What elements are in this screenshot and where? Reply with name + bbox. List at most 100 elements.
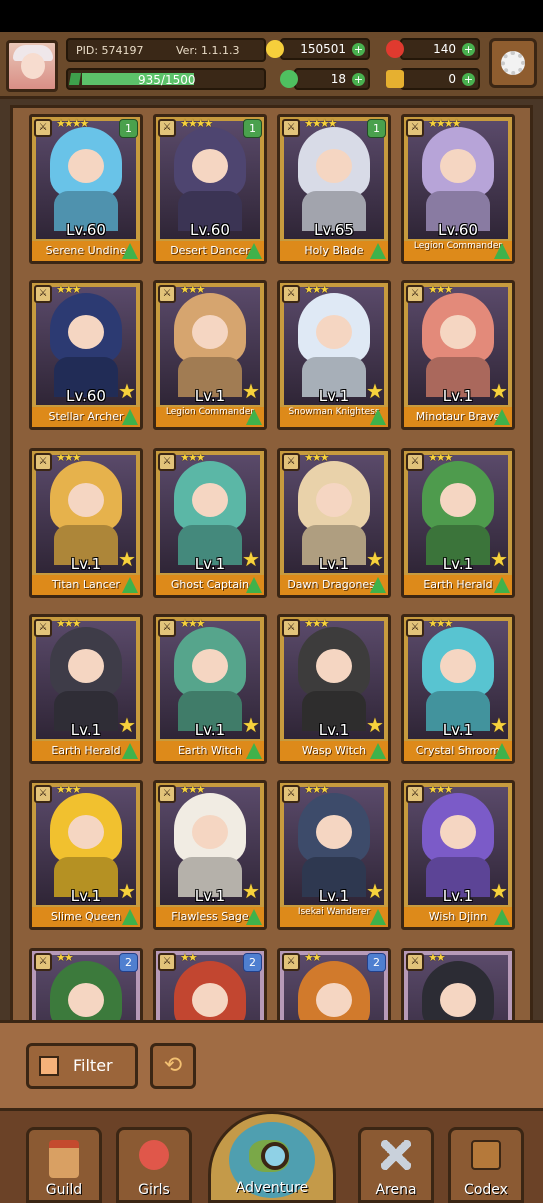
nav-codex[interactable]: Codex	[448, 1127, 524, 1203]
character-card[interactable]: ⚔ ★★★ Lv.1 Legion Commander ★	[153, 280, 267, 430]
nav-guild-label: Guild	[45, 1182, 83, 1198]
nav-girls-label: Girls	[138, 1182, 170, 1198]
game-version: Ver: 1.1.1.3	[176, 44, 240, 57]
character-card[interactable]: ⚔ ★★★ Lv.1 Slime Queen ★	[29, 780, 143, 930]
character-card[interactable]: ⚔ ★★★ Lv.1 Earth Witch ★	[153, 614, 267, 764]
character-card[interactable]: ⚔ ★★★★ Lv.60 Legion Commander	[401, 114, 515, 264]
class-icon: ⚔	[34, 953, 52, 971]
class-icon: ⚔	[406, 619, 424, 637]
player-id: PID: 574197	[76, 44, 144, 57]
star-upgrade-icon: ★	[242, 879, 260, 903]
character-level: Lv.60	[190, 221, 230, 239]
rarity-stars: ★★★	[56, 617, 82, 630]
rarity-stars: ★★★	[428, 283, 454, 296]
character-face	[316, 983, 352, 1017]
character-face	[192, 983, 228, 1017]
gold-counter: 150501 +	[266, 38, 370, 60]
character-card[interactable]: ⚔ ★★★ Lv.1 Minotaur Brave ★	[401, 280, 515, 430]
filter-label: Filter	[73, 1056, 113, 1075]
character-face	[316, 483, 352, 517]
character-level: Lv.65	[314, 221, 354, 239]
character-face	[68, 483, 104, 517]
rarity-stars: ★★★	[180, 451, 206, 464]
class-icon: ⚔	[158, 619, 176, 637]
character-face	[192, 649, 228, 683]
nav-adventure[interactable]: Adventure	[208, 1111, 336, 1203]
character-face	[440, 315, 476, 349]
refresh-icon: ⟲	[163, 1053, 183, 1078]
character-card[interactable]: ⚔ ★★★★ 1 Lv.60 Desert Dancer	[153, 114, 267, 264]
count-badge: 2	[119, 953, 138, 972]
xp-gem-icon	[68, 73, 82, 85]
level-up-arrow-icon	[370, 577, 386, 593]
class-icon: ⚔	[406, 785, 424, 803]
character-level: Lv.60	[66, 221, 106, 239]
class-icon: ⚔	[158, 453, 176, 471]
level-up-arrow-icon	[370, 243, 386, 259]
character-card[interactable]: ⚔ ★★★ Lv.1 Snowman Knightess ★	[277, 280, 391, 430]
count-badge: 1	[243, 119, 262, 138]
top-bar: PID: 574197 Ver: 1.1.1.3 935/1500 150501…	[0, 32, 543, 99]
star-upgrade-icon: ★	[118, 379, 136, 403]
character-face	[68, 983, 104, 1017]
level-up-arrow-icon	[246, 909, 262, 925]
bottom-nav: Guild Girls Adventure Arena Codex	[0, 1108, 543, 1203]
rarity-stars: ★★★	[304, 283, 330, 296]
star-upgrade-icon: ★	[366, 379, 384, 403]
rarity-stars: ★★★	[304, 783, 330, 796]
nav-girls[interactable]: Girls	[116, 1127, 192, 1203]
rarity-stars: ★★★	[180, 283, 206, 296]
add-key-button[interactable]: +	[462, 73, 475, 86]
rarity-stars: ★★★	[56, 451, 82, 464]
class-icon: ⚔	[282, 285, 300, 303]
character-face	[316, 149, 352, 183]
class-icon: ⚔	[406, 119, 424, 137]
character-card[interactable]: ⚔ ★★★ Lv.1 Crystal Shroom ★	[401, 614, 515, 764]
character-card[interactable]: ⚔ ★★★ Lv.1 Earth Herald ★	[401, 448, 515, 598]
class-icon: ⚔	[282, 119, 300, 137]
filter-bar: Filter ⟲	[0, 1020, 543, 1111]
clover-icon	[280, 70, 298, 88]
rarity-stars: ★★★	[56, 783, 82, 796]
character-card[interactable]: ⚔ ★★★ Lv.1 Earth Herald ★	[29, 614, 143, 764]
class-icon: ⚔	[34, 453, 52, 471]
character-card[interactable]: ⚔ ★★★★ 1 Lv.65 Holy Blade	[277, 114, 391, 264]
character-card[interactable]: ⚔ ★★★ Lv.1 Wish Djinn ★	[401, 780, 515, 930]
class-icon: ⚔	[34, 119, 52, 137]
level-up-arrow-icon	[246, 743, 262, 759]
settings-button[interactable]	[489, 38, 537, 88]
star-upgrade-icon: ★	[118, 547, 136, 571]
character-card[interactable]: ⚔ ★★★ Lv.1 Wasp Witch ★	[277, 614, 391, 764]
rarity-stars: ★★★	[428, 783, 454, 796]
nav-adventure-label: Adventure	[235, 1180, 309, 1196]
nav-guild[interactable]: Guild	[26, 1127, 102, 1203]
key-counter: 0 +	[386, 68, 480, 90]
rarity-stars: ★★★	[304, 617, 330, 630]
add-gold-button[interactable]: +	[352, 43, 365, 56]
filter-grid-icon	[39, 1056, 59, 1076]
character-card[interactable]: ⚔ ★★★ Lv.1 Flawless Sage ★	[153, 780, 267, 930]
gem-counter: 140 +	[386, 38, 480, 60]
star-upgrade-icon: ★	[490, 547, 508, 571]
character-card[interactable]: ⚔ ★★★ Lv.1 Titan Lancer ★	[29, 448, 143, 598]
guild-icon	[49, 1140, 79, 1178]
swords-icon	[381, 1140, 411, 1170]
add-clover-button[interactable]: +	[352, 73, 365, 86]
reset-filter-button[interactable]: ⟲	[150, 1043, 196, 1089]
level-up-arrow-icon	[370, 909, 386, 925]
class-icon: ⚔	[158, 785, 176, 803]
gear-icon	[501, 51, 525, 75]
player-avatar[interactable]	[6, 40, 58, 92]
rarity-stars: ★★★	[180, 783, 206, 796]
filter-button[interactable]: Filter	[26, 1043, 138, 1089]
character-level: Lv.60	[438, 221, 478, 239]
character-card[interactable]: ⚔ ★★★ Lv.1 Ghost Captain ★	[153, 448, 267, 598]
character-card[interactable]: ⚔ ★★★ Lv.1 Dawn Dragoness ★	[277, 448, 391, 598]
rarity-stars: ★★★★	[180, 117, 213, 130]
nav-arena[interactable]: Arena	[358, 1127, 434, 1203]
add-gem-button[interactable]: +	[462, 43, 475, 56]
character-card[interactable]: ⚔ ★★★ Lv.60 Stellar Archer ★	[29, 280, 143, 430]
character-face	[192, 483, 228, 517]
character-card[interactable]: ⚔ ★★★ Lv.1 Isekai Wanderer ★	[277, 780, 391, 930]
character-card[interactable]: ⚔ ★★★★ 1 Lv.60 Serene Undine	[29, 114, 143, 264]
